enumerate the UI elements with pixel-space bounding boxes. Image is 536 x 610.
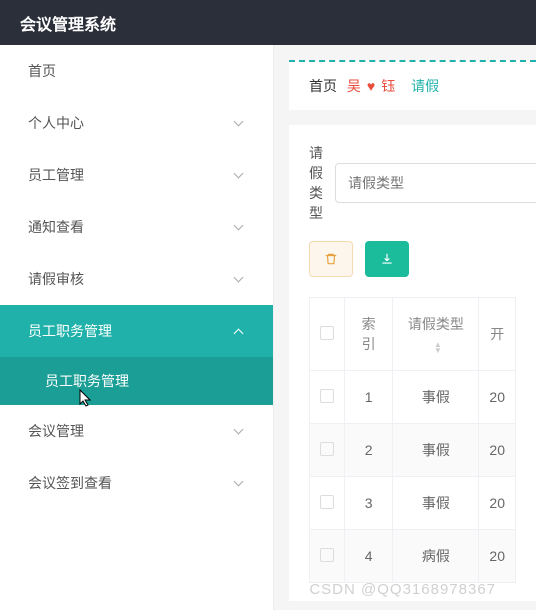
sidebar-item-position[interactable]: 员工职务管理: [0, 305, 273, 357]
leave-type-input[interactable]: [335, 163, 536, 203]
cell-type: 事假: [393, 371, 479, 424]
breadcrumb-home[interactable]: 首页: [309, 78, 337, 94]
breadcrumb-user-left: 吴: [347, 78, 361, 94]
chevron-down-icon: [235, 426, 245, 436]
row-checkbox[interactable]: [320, 389, 334, 403]
sidebar: 首页 个人中心 员工管理 通知查看 请假审核 员工职务管理 员工职务管理 会议管…: [0, 45, 274, 610]
table-row[interactable]: 1 事假 20: [310, 371, 516, 424]
chevron-down-icon: [235, 118, 245, 128]
cell-index: 4: [345, 530, 393, 583]
content-card: 请假类型 索引 请假类型▲▼ 开: [289, 125, 536, 601]
download-button[interactable]: [365, 241, 409, 277]
cell-type: 事假: [393, 477, 479, 530]
table-row[interactable]: 3 事假 20: [310, 477, 516, 530]
sidebar-item-label: 请假审核: [28, 269, 84, 289]
app-header: 会议管理系统: [0, 0, 536, 45]
button-row: [309, 241, 516, 277]
sidebar-item-personal[interactable]: 个人中心: [0, 97, 273, 149]
sort-icon[interactable]: ▲▼: [434, 342, 442, 354]
sidebar-item-label: 员工管理: [28, 165, 84, 185]
row-checkbox[interactable]: [320, 495, 334, 509]
chevron-down-icon: [235, 274, 245, 284]
filter-row: 请假类型: [309, 143, 516, 223]
sidebar-item-meeting[interactable]: 会议管理: [0, 405, 273, 457]
chevron-down-icon: [235, 478, 245, 488]
app-title: 会议管理系统: [20, 11, 116, 35]
breadcrumb-page: 请假: [411, 78, 439, 94]
cell-col3: 20: [479, 477, 516, 530]
table-row[interactable]: 2 事假 20: [310, 424, 516, 477]
chevron-up-icon: [235, 326, 245, 336]
sidebar-item-employee[interactable]: 员工管理: [0, 149, 273, 201]
breadcrumb: 首页 吴 ♥ 钰 请假: [289, 60, 536, 110]
select-all-checkbox[interactable]: [320, 326, 334, 340]
cell-col3: 20: [479, 530, 516, 583]
cell-col3: 20: [479, 371, 516, 424]
sidebar-item-signin[interactable]: 会议签到查看: [0, 457, 273, 509]
main-content: 首页 吴 ♥ 钰 请假 请假类型 索引: [274, 45, 536, 610]
sidebar-item-label: 会议签到查看: [28, 473, 112, 493]
chevron-down-icon: [235, 222, 245, 232]
sidebar-item-label: 员工职务管理: [28, 321, 112, 341]
header-type[interactable]: 请假类型▲▼: [393, 298, 479, 371]
sidebar-item-notice[interactable]: 通知查看: [0, 201, 273, 253]
cell-index: 3: [345, 477, 393, 530]
header-checkbox-cell: [310, 298, 345, 371]
download-icon: [380, 252, 394, 266]
header-index[interactable]: 索引: [345, 298, 393, 371]
row-checkbox[interactable]: [320, 442, 334, 456]
table-row[interactable]: 4 病假 20: [310, 530, 516, 583]
sidebar-item-home[interactable]: 首页: [0, 45, 273, 97]
cell-type: 病假: [393, 530, 479, 583]
sidebar-item-label: 会议管理: [28, 421, 84, 441]
cell-index: 2: [345, 424, 393, 477]
cell-type: 事假: [393, 424, 479, 477]
row-checkbox[interactable]: [320, 548, 334, 562]
breadcrumb-user-right: 钰: [381, 78, 395, 94]
heart-icon: ♥: [367, 78, 375, 94]
sidebar-item-label: 首页: [28, 61, 56, 81]
cell-index: 1: [345, 371, 393, 424]
delete-button[interactable]: [309, 241, 353, 277]
header-col3[interactable]: 开: [479, 298, 516, 371]
sidebar-item-leave[interactable]: 请假审核: [0, 253, 273, 305]
sidebar-subitem-position[interactable]: 员工职务管理: [0, 357, 273, 405]
sidebar-item-label: 通知查看: [28, 217, 84, 237]
data-table: 索引 请假类型▲▼ 开 1 事假 20 2 事假: [309, 297, 516, 583]
chevron-down-icon: [235, 170, 245, 180]
cell-col3: 20: [479, 424, 516, 477]
filter-label: 请假类型: [309, 143, 323, 223]
trash-icon: [324, 252, 338, 266]
sidebar-item-label: 个人中心: [28, 113, 84, 133]
sidebar-subitem-label: 员工职务管理: [45, 371, 129, 391]
